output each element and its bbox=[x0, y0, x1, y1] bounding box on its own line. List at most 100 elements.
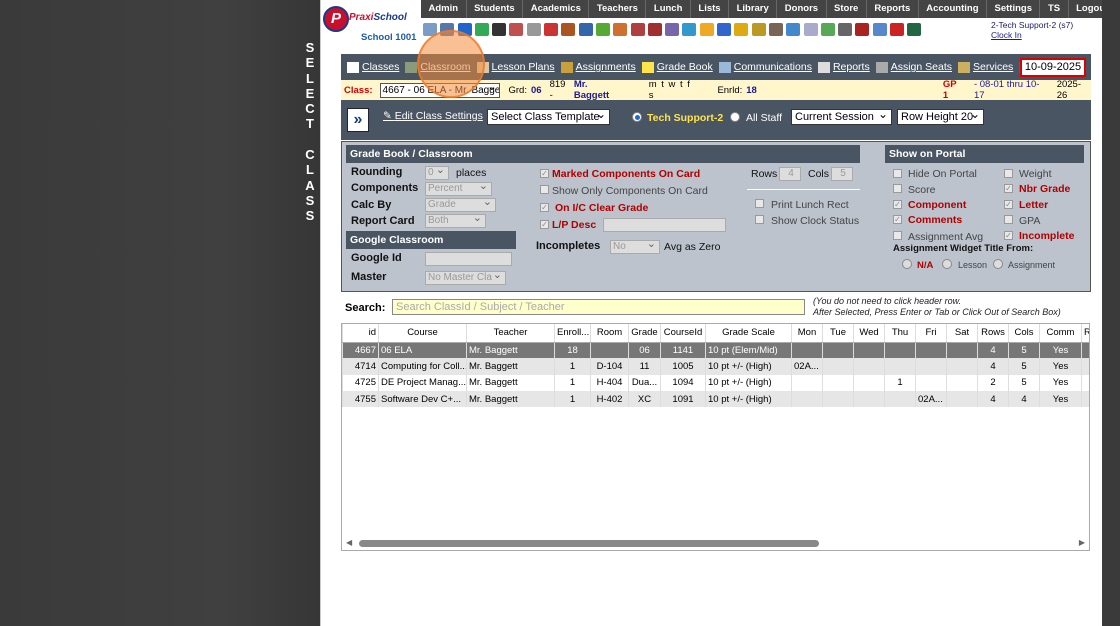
toolbar-shortcut-icon[interactable] bbox=[751, 22, 766, 36]
toolbar-shortcut-icon[interactable] bbox=[820, 22, 835, 36]
on-ic-clear-grade-checkbox[interactable]: ✓ bbox=[540, 203, 549, 212]
session-select[interactable]: Current Session bbox=[791, 109, 892, 125]
menu-lesson-plans[interactable]: Lesson Plans bbox=[476, 61, 555, 73]
tech-support-radio[interactable] bbox=[632, 112, 642, 122]
menu-grade-book[interactable]: Grade Book bbox=[641, 61, 713, 73]
class-template-select[interactable]: Select Class Template bbox=[487, 109, 610, 125]
nav-reports[interactable]: Reports bbox=[867, 0, 919, 18]
toolbar-shortcut-icon[interactable] bbox=[561, 22, 576, 36]
rows-input[interactable]: 4 bbox=[779, 167, 801, 181]
column-header[interactable]: Cols bbox=[1008, 324, 1040, 343]
toolbar-shortcut-icon[interactable] bbox=[492, 22, 507, 36]
toolbar-shortcut-icon[interactable] bbox=[595, 22, 610, 36]
toolbar-shortcut-icon[interactable] bbox=[509, 22, 524, 36]
nav-logout[interactable]: Logout bbox=[1069, 0, 1102, 18]
nav-academics[interactable]: Academics bbox=[523, 0, 590, 18]
report-card-select[interactable]: Both bbox=[425, 214, 486, 228]
toolbar-shortcut-icon[interactable] bbox=[699, 22, 714, 36]
toolbar-shortcut-icon[interactable] bbox=[803, 22, 818, 36]
incompletes-select[interactable]: No bbox=[610, 240, 660, 254]
print-lunch-rect-checkbox[interactable] bbox=[755, 199, 764, 208]
letter-checkbox[interactable]: ✓ bbox=[1004, 200, 1013, 209]
search-input[interactable]: Search ClassId / Subject / Teacher bbox=[392, 299, 805, 315]
column-header[interactable]: Teacher bbox=[466, 324, 555, 343]
na-radio[interactable] bbox=[902, 259, 912, 269]
column-header[interactable]: id bbox=[342, 324, 379, 343]
column-header[interactable]: Comm bbox=[1039, 324, 1082, 343]
cols-input[interactable]: 5 bbox=[831, 167, 853, 181]
table-row[interactable]: 4714 Computing for Coll... Mr. Baggett 1 D-1… bbox=[342, 358, 1089, 375]
menu-communications[interactable]: Communications bbox=[718, 61, 812, 73]
toolbar-shortcut-icon[interactable] bbox=[786, 22, 801, 36]
clock-in-link[interactable]: Clock In bbox=[991, 30, 1073, 40]
column-header[interactable]: Fri bbox=[915, 324, 947, 343]
column-header[interactable]: Mon bbox=[791, 324, 823, 343]
calc-by-select[interactable]: Grade bbox=[425, 198, 496, 212]
column-header[interactable]: Grade Scale bbox=[705, 324, 792, 343]
table-row[interactable]: 4725 DE Project Manag... Mr. Baggett 1 H-404… bbox=[342, 374, 1089, 391]
column-header[interactable]: Room bbox=[590, 324, 629, 343]
nav-ts[interactable]: TS bbox=[1040, 0, 1069, 18]
show-clock-status-checkbox[interactable] bbox=[755, 215, 764, 224]
comments-checkbox[interactable]: ✓ bbox=[893, 215, 902, 224]
score-checkbox[interactable] bbox=[893, 184, 902, 193]
nav-students[interactable]: Students bbox=[467, 0, 524, 18]
scroll-left-icon[interactable]: ◀ bbox=[346, 538, 352, 547]
toolbar-shortcut-icon[interactable] bbox=[907, 22, 922, 36]
scroll-right-icon[interactable]: ▶ bbox=[1079, 538, 1085, 547]
toolbar-shortcut-icon[interactable] bbox=[838, 22, 853, 36]
menu-classes[interactable]: Classes bbox=[347, 61, 399, 73]
edit-class-settings-link[interactable]: ✎ Edit Class Settings bbox=[383, 110, 483, 122]
nav-accounting[interactable]: Accounting bbox=[919, 0, 987, 18]
toolbar-shortcut-icon[interactable] bbox=[717, 22, 732, 36]
column-header[interactable]: Tue bbox=[822, 324, 854, 343]
menu-assign-seats[interactable]: Assign Seats bbox=[875, 61, 952, 73]
toolbar-shortcut-icon[interactable] bbox=[526, 22, 541, 36]
row-height-select[interactable]: Row Height 20 bbox=[897, 109, 984, 125]
table-row[interactable]: 4755 Software Dev C+... Mr. Baggett 1 H-402 X… bbox=[342, 390, 1089, 408]
lp-desc-checkbox[interactable]: ✓ bbox=[540, 220, 549, 229]
menu-reports[interactable]: Reports bbox=[817, 61, 870, 73]
toolbar-shortcut-icon[interactable] bbox=[613, 22, 628, 36]
table-row[interactable]: 4667 06 ELA Mr. Baggett 18 06 1141 10 pt (Elem… bbox=[342, 342, 1089, 359]
marked-components-checkbox[interactable]: ✓ bbox=[540, 169, 549, 178]
nav-teachers[interactable]: Teachers bbox=[589, 0, 647, 18]
toolbar-shortcut-icon[interactable] bbox=[578, 22, 593, 36]
nav-lists[interactable]: Lists bbox=[691, 0, 730, 18]
toolbar-shortcut-icon[interactable] bbox=[474, 22, 489, 36]
all-staff-radio[interactable] bbox=[730, 112, 740, 122]
rounding-select[interactable]: 0 bbox=[425, 166, 449, 180]
scroll-thumb[interactable] bbox=[359, 540, 819, 547]
toolbar-shortcut-icon[interactable] bbox=[890, 22, 905, 36]
toolbar-shortcut-icon[interactable] bbox=[734, 22, 749, 36]
column-header[interactable]: Wed bbox=[853, 324, 885, 343]
nbr-grade-checkbox[interactable]: ✓ bbox=[1004, 184, 1013, 193]
lesson-radio[interactable] bbox=[942, 259, 952, 269]
nav-settings[interactable]: Settings bbox=[987, 0, 1041, 18]
date-field[interactable]: 10-09-2025 bbox=[1020, 58, 1086, 77]
lp-desc-input[interactable] bbox=[603, 218, 726, 232]
toolbar-shortcut-icon[interactable] bbox=[682, 22, 697, 36]
show-only-components-checkbox[interactable] bbox=[540, 185, 549, 194]
toolbar-shortcut-icon[interactable] bbox=[872, 22, 887, 36]
nav-library[interactable]: Library bbox=[729, 0, 778, 18]
column-header[interactable]: Thu bbox=[884, 324, 916, 343]
select-class-vertical-label[interactable]: SELECT CLASS bbox=[304, 40, 316, 224]
nav-donors[interactable]: Donors bbox=[777, 0, 827, 18]
incomplete-checkbox[interactable]: ✓ bbox=[1004, 231, 1013, 240]
toolbar-shortcut-icon[interactable] bbox=[630, 22, 645, 36]
column-header[interactable]: CourseId bbox=[660, 324, 706, 343]
hide-on-portal-checkbox[interactable] bbox=[893, 169, 902, 178]
assignment-avg-checkbox[interactable] bbox=[893, 231, 902, 240]
master-select[interactable]: No Master Cla bbox=[425, 271, 506, 285]
menu-services[interactable]: Services bbox=[958, 61, 1013, 73]
toolbar-shortcut-icon[interactable] bbox=[855, 22, 870, 36]
toolbar-shortcut-icon[interactable] bbox=[665, 22, 680, 36]
column-header[interactable]: Rows bbox=[977, 324, 1009, 343]
praxischool-logo[interactable]: P PraxiSchool School 1001 bbox=[323, 4, 419, 43]
nav-store[interactable]: Store bbox=[827, 0, 867, 18]
weight-checkbox[interactable] bbox=[1004, 169, 1013, 178]
components-select[interactable]: Percent bbox=[425, 182, 492, 196]
column-header[interactable]: Rr bbox=[1081, 324, 1089, 343]
google-id-input[interactable] bbox=[425, 252, 512, 266]
